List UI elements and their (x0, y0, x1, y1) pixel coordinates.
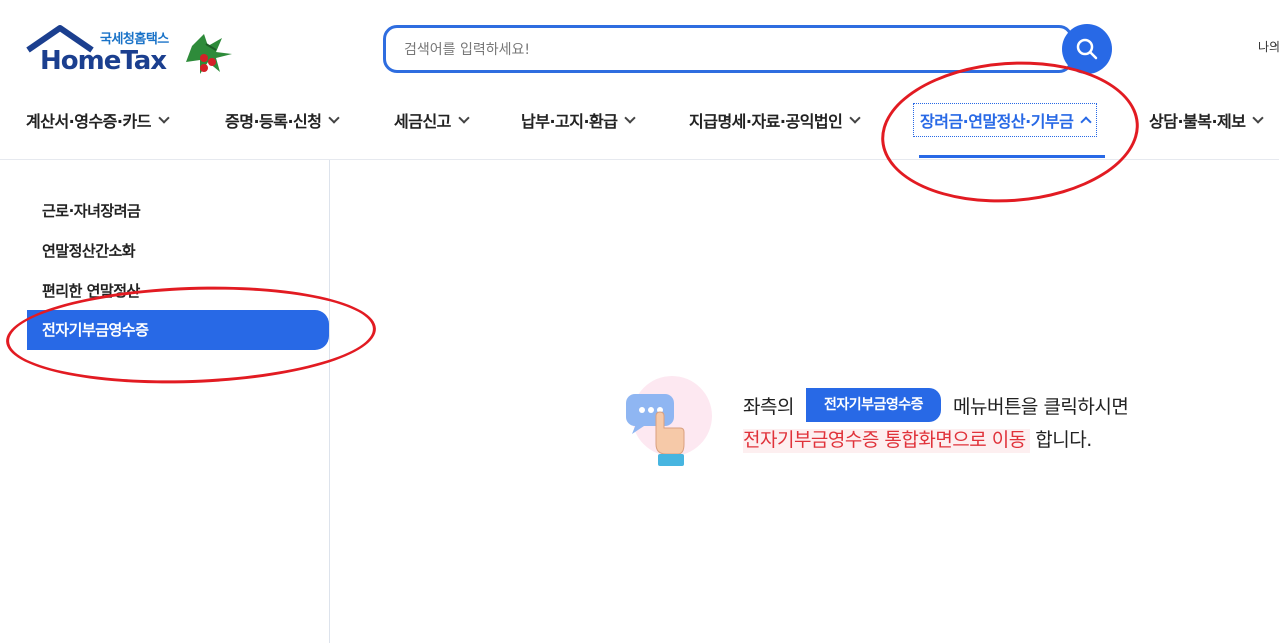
guide-highlight: 전자기부금영수증 통합화면으로 이동 (743, 429, 1030, 453)
gnb-item-label: 증명·등록·신청 (225, 112, 322, 131)
gnb-item-label: 지급명세·자료·공익법인 (689, 112, 843, 131)
my-hometax-link[interactable]: 나의 (1258, 38, 1279, 55)
sidebar-item-easy-year-end[interactable]: 편리한 연말정산 (42, 280, 140, 301)
hometax-logo[interactable]: 국세청홈택스 HomeTax (26, 24, 236, 84)
logo-title: HomeTax (40, 46, 167, 76)
search-input[interactable] (404, 38, 1044, 62)
main-navigation: 계산서·영수증·카드 증명·등록·신청 세금신고 납부·고지·환급 지급명세·자… (0, 90, 1279, 160)
guide-prefix: 좌측의 (743, 395, 794, 418)
gnb-item-incentive-donation[interactable]: 장려금·연말정산·기부금 (912, 103, 1098, 137)
sidebar: 근로·자녀장려금 연말정산간소화 편리한 연말정산 전자기부금영수증 (0, 160, 330, 643)
chevron-down-icon (158, 111, 170, 124)
sidebar-item-simplified-year-end[interactable]: 연말정산간소화 (42, 240, 136, 261)
gnb-item-consulting[interactable]: 상담·불복·제보 (1149, 108, 1265, 132)
gnb-item-label: 상담·불복·제보 (1149, 112, 1246, 131)
hand-pointer-icon (626, 376, 712, 466)
chevron-down-icon (328, 111, 341, 124)
guide-suffix: 메뉴버튼을 클릭하시면 (953, 395, 1129, 418)
sidebar-item-donation-receipt[interactable]: 전자기부금영수증 (27, 310, 329, 350)
holly-icon (186, 34, 232, 74)
gnb-item-payment[interactable]: 납부·고지·환급 (521, 108, 637, 132)
gnb-item-tax-return[interactable]: 세금신고 (394, 108, 470, 132)
chevron-down-icon (624, 111, 637, 124)
guide-line-1: 좌측의 전자기부금영수증 메뉴버튼을 클릭하시면 (743, 388, 1129, 422)
gnb-item-label: 장려금·연말정산·기부금 (920, 112, 1074, 131)
donation-receipt-chip: 전자기부금영수증 (805, 388, 941, 422)
chevron-down-icon (1252, 111, 1265, 124)
gnb-item-certificate[interactable]: 증명·등록·신청 (225, 108, 341, 132)
search-bar (383, 25, 1073, 73)
gnb-item-invoice[interactable]: 계산서·영수증·카드 (26, 108, 170, 132)
sidebar-item-earned-income-credit[interactable]: 근로·자녀장려금 (42, 200, 141, 221)
gnb-item-label: 납부·고지·환급 (521, 112, 618, 131)
gnb-item-label: 계산서·영수증·카드 (26, 112, 151, 131)
search-button[interactable] (1062, 24, 1112, 74)
gnb-item-label: 세금신고 (394, 112, 451, 131)
logo-subtitle: 국세청홈택스 (100, 32, 169, 47)
chevron-up-icon (1080, 116, 1093, 128)
chevron-down-icon (458, 111, 470, 124)
chevron-down-icon (849, 111, 862, 124)
search-icon (1076, 38, 1098, 60)
guide-line2-suffix: 합니다. (1029, 429, 1092, 451)
guide-line-2: 전자기부금영수증 통합화면으로 이동 합니다. (743, 425, 1092, 453)
gnb-item-statement[interactable]: 지급명세·자료·공익법인 (689, 108, 862, 132)
gnb-active-underline (919, 155, 1105, 158)
